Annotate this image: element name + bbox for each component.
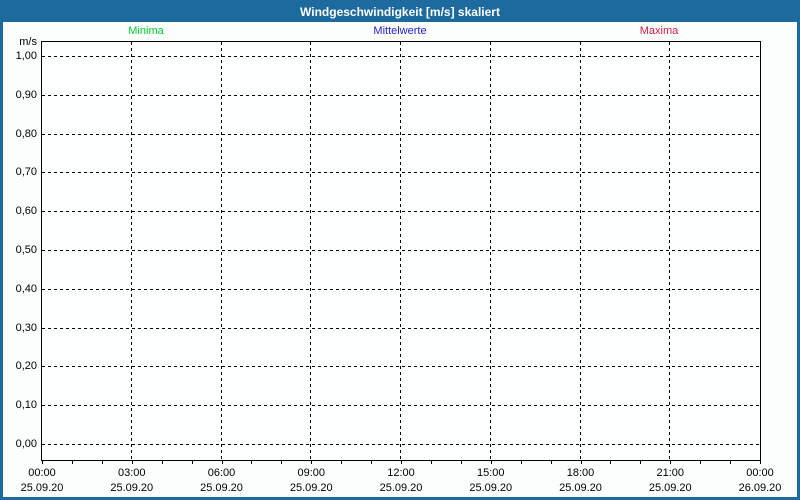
y-tick-label: 0,40 xyxy=(3,283,37,295)
y-gridline xyxy=(42,250,760,251)
y-tick-label: 0,20 xyxy=(3,360,37,372)
legend-item-minima: Minima xyxy=(128,25,163,38)
x-axis-tick xyxy=(132,460,133,464)
x-axis-tick xyxy=(371,460,372,464)
x-axis-tick xyxy=(640,460,641,464)
x-axis-tick xyxy=(102,460,103,464)
x-tick-date: 25.09.20 xyxy=(21,482,64,494)
x-axis-tick xyxy=(192,460,193,464)
x-axis-tick xyxy=(162,460,163,464)
x-tick-time: 09:00 xyxy=(297,467,325,479)
y-gridline xyxy=(42,328,760,329)
x-tick-date: 25.09.20 xyxy=(110,482,153,494)
x-axis-tick xyxy=(401,460,402,464)
x-tick-date: 25.09.20 xyxy=(200,482,243,494)
x-tick-time: 18:00 xyxy=(567,467,595,479)
legend-item-maxima: Maxima xyxy=(640,25,679,38)
y-tick-label: 0,90 xyxy=(3,89,37,101)
y-gridline xyxy=(42,95,760,96)
x-axis-tick xyxy=(730,460,731,464)
x-axis-tick xyxy=(311,460,312,464)
y-tick-label: 0,50 xyxy=(3,244,37,256)
x-tick-time: 12:00 xyxy=(387,467,415,479)
x-gridline xyxy=(310,42,311,460)
x-axis-tick xyxy=(72,460,73,464)
y-tick-label: 0,10 xyxy=(3,399,37,411)
x-gridline xyxy=(221,42,222,460)
y-gridline xyxy=(42,134,760,135)
y-tick-label: 0,30 xyxy=(3,322,37,334)
x-tick-time: 00:00 xyxy=(28,467,56,479)
x-axis-tick xyxy=(251,460,252,464)
x-gridline xyxy=(490,42,491,460)
x-axis-tick xyxy=(42,460,43,464)
chart-content: Minima Mittelwerte Maxima m/s 00:00 25.09.2… xyxy=(3,3,797,497)
x-tick-time: 21:00 xyxy=(656,467,684,479)
y-tick-label: 0,60 xyxy=(3,205,37,217)
y-gridline xyxy=(42,405,760,406)
x-tick-date: 25.09.20 xyxy=(559,482,602,494)
y-gridline xyxy=(42,366,760,367)
x-axis-tick xyxy=(581,460,582,464)
x-axis-tick xyxy=(461,460,462,464)
y-gridline xyxy=(42,444,760,445)
chart-window: Windgeschwindigkeit [m/s] skaliert Minim… xyxy=(0,0,800,500)
x-axis-tick xyxy=(341,460,342,464)
x-gridline xyxy=(580,42,581,460)
x-tick-time: 15:00 xyxy=(477,467,505,479)
x-axis-tick xyxy=(551,460,552,464)
x-axis-tick xyxy=(222,460,223,464)
x-axis-tick xyxy=(670,460,671,464)
x-tick-date: 26.09.20 xyxy=(739,482,782,494)
x-gridline xyxy=(400,42,401,460)
y-gridline xyxy=(42,211,760,212)
y-gridline xyxy=(42,56,760,57)
x-tick-date: 25.09.20 xyxy=(380,482,423,494)
x-axis-tick xyxy=(760,460,761,464)
x-gridline xyxy=(669,42,670,460)
x-tick-time: 03:00 xyxy=(118,467,146,479)
x-axis-tick xyxy=(610,460,611,464)
x-tick-date: 25.09.20 xyxy=(469,482,512,494)
y-tick-label: 0,80 xyxy=(3,128,37,140)
x-gridline xyxy=(131,42,132,460)
y-gridline xyxy=(42,172,760,173)
x-axis-tick xyxy=(431,460,432,464)
x-axis-tick xyxy=(491,460,492,464)
y-tick-label: 0,70 xyxy=(3,166,37,178)
x-axis-tick xyxy=(281,460,282,464)
x-tick-time: 00:00 xyxy=(746,467,774,479)
y-axis-unit: m/s xyxy=(3,36,37,48)
y-tick-label: 0,00 xyxy=(3,438,37,450)
x-axis-tick xyxy=(521,460,522,464)
y-gridline xyxy=(42,289,760,290)
x-tick-date: 25.09.20 xyxy=(649,482,692,494)
legend-item-mittelwerte: Mittelwerte xyxy=(373,25,426,38)
x-tick-date: 25.09.20 xyxy=(290,482,333,494)
x-axis-tick xyxy=(700,460,701,464)
y-tick-label: 1,00 xyxy=(3,50,37,62)
x-tick-time: 06:00 xyxy=(208,467,236,479)
plot-area xyxy=(41,41,761,461)
